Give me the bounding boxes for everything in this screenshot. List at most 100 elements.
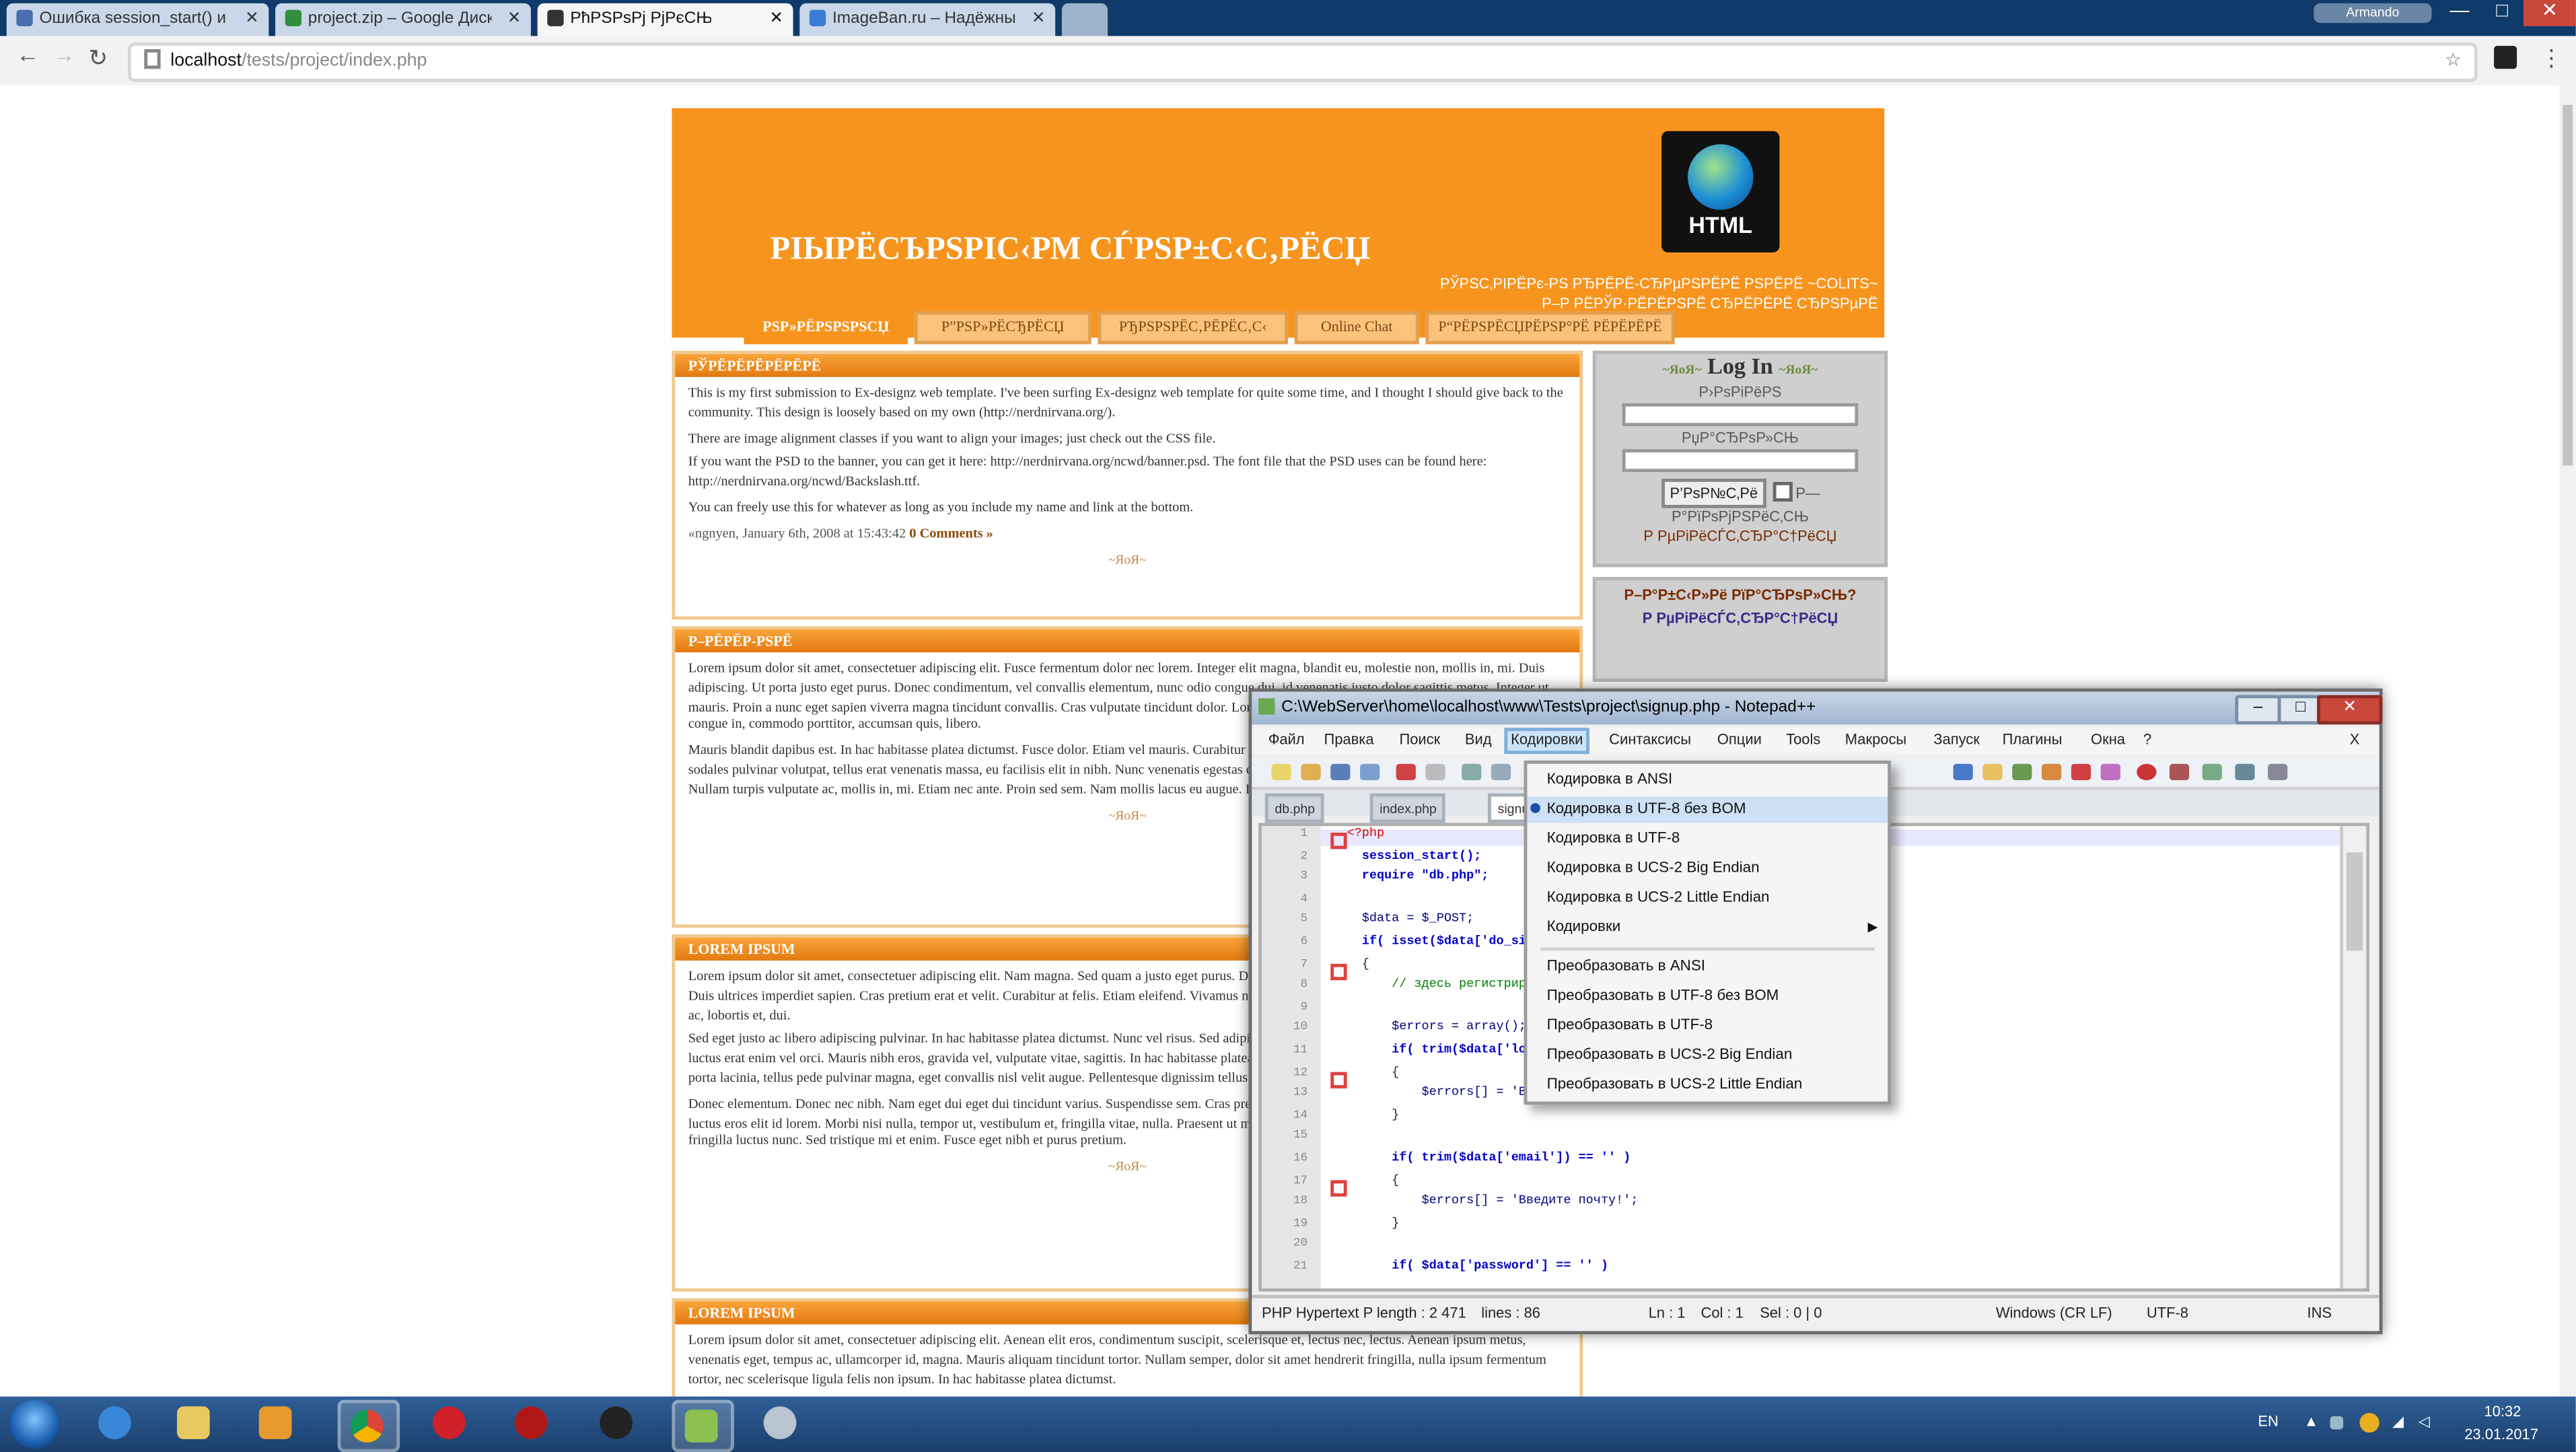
signal-icon[interactable]: ◢ [2392,1413,2404,1432]
password-input[interactable] [1622,449,1859,473]
copy-icon[interactable] [1491,763,1511,781]
notepadpp-titlebar[interactable]: C:\WebServer\home\localhost\www\Tests\pr… [1252,691,2383,725]
file-tab-db[interactable]: db.php [1264,793,1325,823]
menu-view[interactable]: Вид [1462,728,1495,754]
tray-app-icon[interactable] [2359,1412,2380,1433]
username-input[interactable] [1622,403,1859,427]
volume-icon[interactable]: ◁ [2419,1413,2430,1432]
menu-dots-icon[interactable]: ⋮ [2540,46,2563,72]
menu-tools[interactable]: Tools [1783,728,1824,754]
new-tab-button[interactable] [1061,3,1108,36]
wrap-icon[interactable] [1953,763,1973,781]
back-arrow-icon[interactable]: ← [16,46,39,69]
open-file-icon[interactable] [1301,763,1321,781]
nav-online-chat[interactable]: Online Chat [1294,311,1419,345]
tray-network-icon[interactable] [2330,1416,2344,1430]
reload-icon[interactable]: ↻ [88,46,108,72]
start-button[interactable] [9,1399,59,1449]
nav-item-5[interactable]: Р“РЁРЅРЁСЏРЁРЅР°РЁ РЁРЁРЁРЁ [1425,311,1675,345]
taskbar-opera[interactable] [423,1399,478,1445]
menu-file[interactable]: Файл [1265,728,1308,754]
menu-options[interactable]: Опции [1714,728,1765,754]
register-link[interactable]: Р РµРіРёСЃС‚СЂР°С†РёСЏ [1596,528,1885,544]
menuitem-convert-utf8-nobom[interactable]: Преобразовать в UTF-8 без BOM [1527,983,1888,1010]
nav-home[interactable]: РЅР»РЁРЅРЅРЅСЏ [744,311,908,345]
menuitem-convert-ansi[interactable]: Преобразовать в ANSI [1527,954,1888,980]
close-tab-icon[interactable]: ✕ [769,3,783,36]
menu-help[interactable]: ? [2140,728,2155,754]
menuitem-encode-ucs2-be[interactable]: Кодировка в UCS-2 Big Endian [1527,856,1888,882]
clock-time[interactable]: 10:32 [2484,1403,2521,1419]
input-language[interactable]: EN [2258,1413,2279,1429]
run-multiple-macro-icon[interactable] [2235,763,2255,781]
menuitem-convert-ucs2-be[interactable]: Преобразовать в UCS-2 Big Endian [1527,1043,1888,1069]
fold-marker-icon[interactable] [1330,1179,1347,1196]
menu-window[interactable]: Окна [2087,728,2128,754]
cut-icon[interactable] [1462,763,1482,781]
menuitem-charsets-submenu[interactable]: Кодировки ▶ [1527,915,1888,941]
fold-marker-icon[interactable] [1330,832,1347,850]
menu-syntax[interactable]: Синтаксисы [1606,728,1694,754]
editor-scroll-thumb[interactable] [2346,852,2363,951]
taskbar-tool[interactable] [754,1399,810,1445]
tab-imageban[interactable]: ImageBan.ru – Надёжный ... ✕ [799,3,1056,36]
taskbar-ie[interactable] [88,1399,144,1445]
bookmark-star-icon[interactable]: ☆ [2445,46,2461,79]
comments-link[interactable]: 0 Comments » [909,524,993,540]
menu-edit[interactable]: Правка [1321,728,1378,754]
remember-checkbox[interactable] [1771,481,1792,502]
close-file-icon[interactable] [1396,763,1416,781]
taskbar-media[interactable] [249,1399,305,1445]
registration-link[interactable]: Р РµРіРёСЃС‚СЂР°С†РёСЏ [1596,610,1885,626]
editor-scrollbar[interactable] [2340,826,2367,1288]
doc-map-icon[interactable] [2042,763,2062,781]
menu-plugins[interactable]: Плагины [1999,728,2066,754]
close-window-button[interactable]: ✕ [2523,0,2576,26]
folder-icon[interactable] [1982,763,2003,781]
play-macro-icon[interactable] [2202,763,2222,781]
print-icon[interactable] [1425,763,1445,781]
taskbar-app[interactable] [590,1399,646,1445]
menu-search[interactable]: Поиск [1396,728,1444,754]
nav-item-3[interactable]: РЂРЅРЅРЁС‚РЁРЁС‚С‹ [1098,311,1288,345]
taskbar-chrome[interactable] [337,1399,400,1452]
minimize-button[interactable]: — [2438,0,2480,26]
indent-guide-icon[interactable] [2012,763,2032,781]
taskbar-explorer[interactable] [167,1399,223,1445]
scrollbar-thumb[interactable] [2563,104,2573,466]
nav-item-2[interactable]: Р”РЅР»РЁСЂРЁСЏ [914,311,1092,345]
npp-close-button[interactable]: ✕ [2317,695,2383,725]
login-submit-button[interactable]: Р’РѕР№С‚Рё [1659,479,1768,508]
npp-minimize-button[interactable]: – [2235,695,2281,725]
menu-close-doc[interactable]: X [2347,728,2363,754]
stop-macro-icon[interactable] [2169,763,2190,781]
menu-run[interactable]: Запуск [1930,728,1982,754]
file-tab-index[interactable]: index.php [1369,793,1447,823]
maximize-button[interactable]: □ [2481,0,2524,26]
new-file-icon[interactable] [1271,763,1291,781]
tray-expand-icon[interactable]: ▲ [2304,1413,2319,1429]
taskbar-antivirus[interactable] [505,1399,561,1445]
extension-icon[interactable] [2494,46,2517,69]
menuitem-convert-ucs2-le[interactable]: Преобразовать в UCS-2 Little Endian [1527,1072,1888,1098]
forward-arrow-icon[interactable]: → [52,46,75,69]
clock-date[interactable]: 23.01.2017 [2464,1426,2538,1442]
tab-session-error[interactable]: Ошибка session_start() и ... ✕ [6,3,269,36]
menuitem-encode-utf8-nobom[interactable]: Кодировка в UTF-8 без BOM [1527,796,1888,823]
save-icon[interactable] [1330,763,1351,781]
tab-local-site[interactable]: РћРЅРѕРј РјРєСЊ ✕ [537,3,793,36]
menuitem-encode-ucs2-le[interactable]: Кодировка в UCS-2 Little Endian [1527,885,1888,911]
pen-icon[interactable] [2071,763,2091,781]
taskbar-notepadpp[interactable] [672,1399,734,1452]
menu-encoding[interactable]: Кодировки [1504,728,1590,755]
menuitem-encode-utf8[interactable]: Кодировка в UTF-8 [1527,826,1888,852]
close-tab-icon[interactable]: ✕ [245,3,258,36]
close-tab-icon[interactable]: ✕ [507,3,521,36]
page-scrollbar[interactable] [2559,85,2576,1397]
menu-macros[interactable]: Макросы [1842,728,1910,754]
menuitem-convert-utf8[interactable]: Преобразовать в UTF-8 [1527,1013,1888,1039]
fold-marker-icon[interactable] [1330,962,1347,979]
save-macro-icon[interactable] [2268,763,2288,781]
forgot-password-link[interactable]: Р–Р°Р±С‹Р»Рё РїР°СЂРѕР»СЊ? [1596,587,1885,603]
highlight-icon[interactable] [2100,763,2120,781]
